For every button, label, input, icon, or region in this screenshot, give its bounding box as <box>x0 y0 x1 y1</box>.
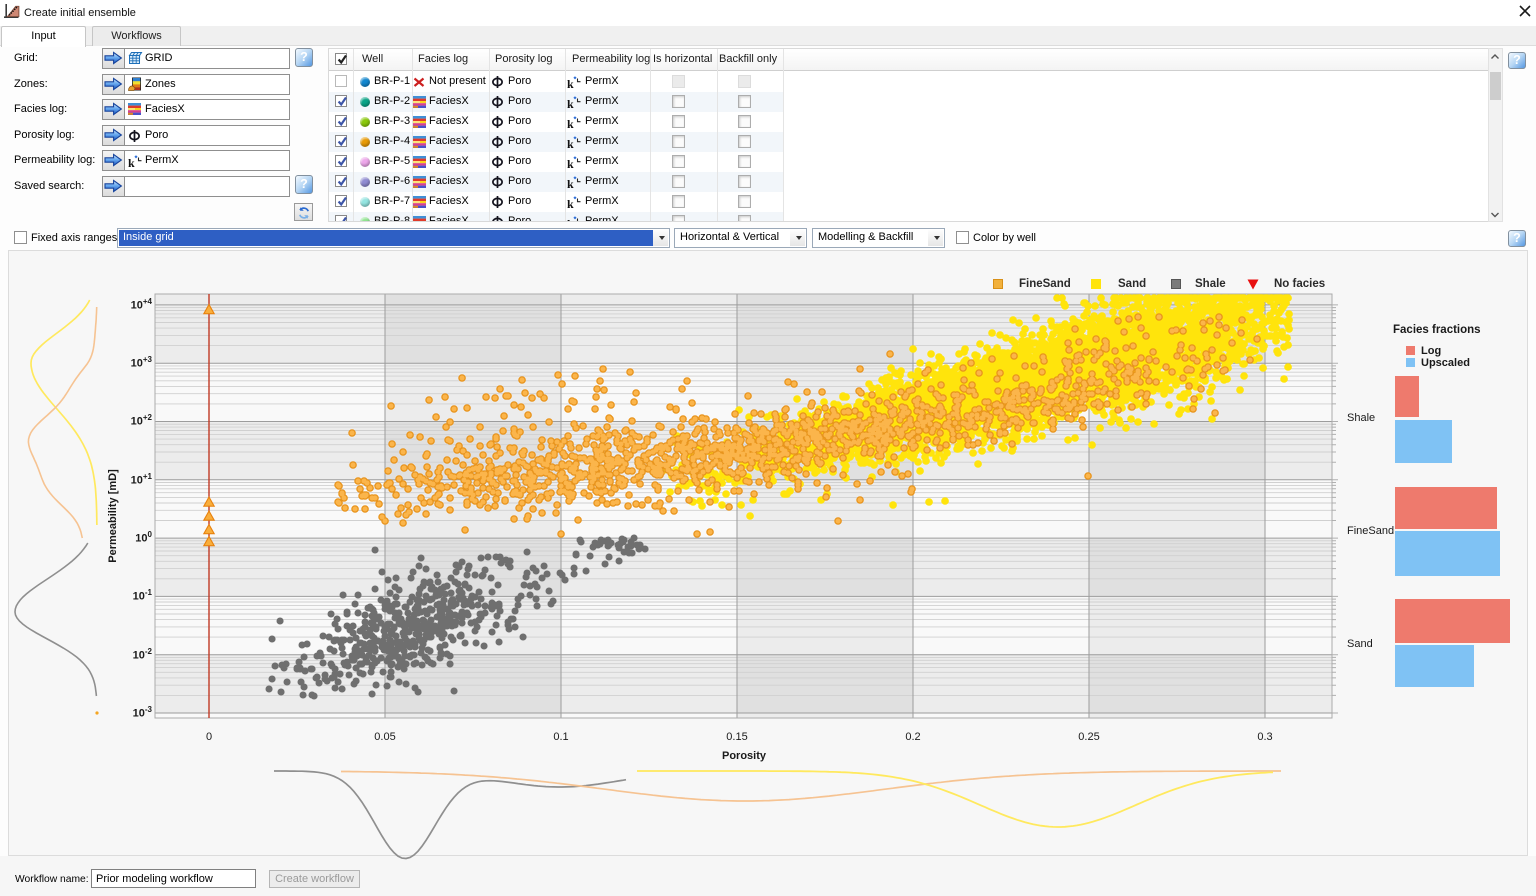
svg-text:k: k <box>567 117 574 130</box>
svg-text:k: k <box>567 177 574 190</box>
svg-text:k: k <box>567 77 574 90</box>
svg-text:k: k <box>567 137 574 150</box>
svg-text:k: k <box>567 157 574 170</box>
svg-text:k: k <box>567 197 574 210</box>
svg-text:k: k <box>567 97 574 110</box>
svg-text:k: k <box>128 156 135 169</box>
svg-text:k: k <box>567 217 574 222</box>
